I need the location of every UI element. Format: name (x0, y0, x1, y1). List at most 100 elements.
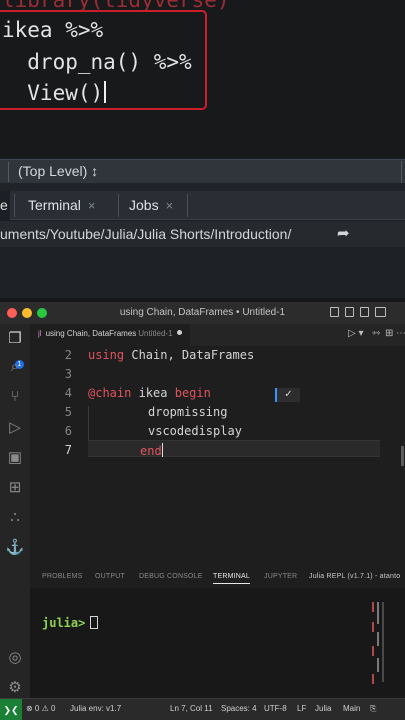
tab-terminal-label: Terminal (28, 197, 81, 213)
settings-gear-icon[interactable]: ⚙ (0, 678, 30, 696)
extensions-icon[interactable]: ⊞ (0, 478, 30, 496)
julia-env-indicator[interactable]: Julia env: v1.7 (70, 704, 121, 713)
code-line-4: @chain ikea begin (88, 386, 211, 400)
line-number: 2 (64, 348, 72, 362)
tab-console[interactable]: e (0, 191, 10, 220)
julia-prompt: julia> (42, 616, 99, 630)
code-text: Chain, DataFrames (124, 348, 255, 362)
julia-module-indicator[interactable]: Main (343, 704, 360, 713)
code-editor[interactable]: 2 3 4 5 6 7 using Chain, DataFrames ✓ @c… (30, 346, 405, 566)
r-editor-statusbar: (Top Level) ↕ R (0, 159, 405, 183)
divider (8, 162, 9, 182)
macro: @chain (88, 386, 132, 400)
r-code-line-drop-na: drop_na() %>% (2, 50, 192, 74)
close-icon[interactable]: × (88, 198, 96, 213)
customize-layout-icon[interactable] (375, 307, 386, 317)
julia-file-icon: jl (38, 329, 42, 338)
run-debug-icon[interactable]: ▷ (0, 418, 30, 436)
terminal-cursor (90, 616, 99, 629)
go-to-directory-icon[interactable]: ➦ (337, 224, 350, 242)
tab-output[interactable]: OUTPUT (95, 573, 125, 580)
tab-jupyter[interactable]: JUPYTER (264, 573, 297, 580)
terminal-marker (372, 646, 374, 656)
language-mode[interactable]: Julia (315, 704, 331, 713)
terminal-marker (372, 602, 374, 612)
tab-jobs-label: Jobs (129, 197, 159, 213)
indent-guide (88, 406, 89, 440)
cursor-position[interactable]: Ln 7, Col 11 (170, 704, 213, 713)
keyword: end (140, 444, 162, 458)
text-cursor (161, 443, 163, 457)
problems-count[interactable]: ⊗ 0 ⚠ 0 (26, 704, 55, 713)
working-directory-path: uments/Youtube/Julia/Julia Shorts/Introd… (0, 221, 405, 247)
encoding-setting[interactable]: UTF-8 (264, 704, 287, 713)
tab-sublabel: Untitled-1 (138, 329, 173, 338)
terminal-marker (377, 602, 379, 624)
terminal-panel[interactable]: julia> (30, 588, 405, 698)
keyword: begin (174, 386, 211, 400)
terminal-marker (372, 622, 374, 632)
search-icon[interactable]: ⌕ (0, 358, 30, 375)
terminal-instance-selector[interactable]: Julia REPL (v1.7.1) - atanto (309, 573, 400, 580)
close-icon[interactable]: × (166, 198, 174, 213)
rstudio-window: library(tidyverse) ikea %>% drop_na() %>… (0, 0, 405, 298)
terminal-marker (377, 658, 379, 672)
status-bar: ❯❮ ⊗ 0 ⚠ 0 Julia env: v1.7 Ln 7, Col 11 … (0, 698, 405, 720)
title-bar: using Chain, DataFrames • Untitled-1 (0, 302, 405, 324)
toggle-secondary-sidebar-icon[interactable] (360, 307, 369, 317)
line-number: 7 (64, 443, 72, 457)
scrollbar-thumb[interactable] (401, 446, 404, 466)
tab-problems[interactable]: PROBLEMS (42, 573, 83, 580)
r-source-editor[interactable]: library(tidyverse) ikea %>% drop_na() %>… (0, 0, 405, 158)
code-text: ikea (131, 386, 175, 400)
line-number: 3 (64, 367, 72, 381)
more-actions-icon[interactable]: ⋯ (396, 328, 405, 339)
path-text: uments/Youtube/Julia/Julia Shorts/Introd… (0, 226, 292, 242)
feedback-icon[interactable]: ⎘ (370, 704, 376, 714)
r-code-line-ikea: ikea %>% (2, 18, 104, 42)
unsaved-dot-icon[interactable] (176, 330, 182, 335)
line-number: 6 (64, 424, 72, 438)
open-changes-icon[interactable]: ⊞ (385, 328, 393, 339)
activity-bar: ❐ 1 ⌕ ⑂ ▷ ▣ ⊞ ∴ ⚓ ◎ ⚙ (0, 324, 30, 698)
run-dropdown-icon[interactable]: ▷ ▾ (348, 328, 364, 339)
inline-result-check[interactable]: ✓ (275, 388, 300, 402)
eol-setting[interactable]: LF (297, 704, 306, 713)
remote-indicator[interactable]: ❯❮ (0, 699, 22, 720)
editor-tab-bar: jl using Chain, DataFrames Untitled-1 ▷ ▾ … (30, 324, 405, 346)
r-console-output[interactable] (0, 247, 405, 298)
account-icon[interactable]: ◎ (0, 648, 30, 666)
tab-divider (187, 194, 188, 217)
file-type-indicator[interactable]: R (401, 161, 405, 183)
tab-label: using Chain, DataFrames (45, 329, 137, 338)
toggle-sidebar-icon[interactable] (330, 307, 339, 317)
tab-untitled-1[interactable]: jl using Chain, DataFrames Untitled-1 (30, 324, 190, 346)
julia-icon[interactable]: ∴ (0, 508, 30, 526)
terminal-marker (372, 674, 374, 684)
tab-jobs[interactable]: Jobs × (129, 191, 173, 220)
remote-explorer-icon[interactable]: ▣ (0, 448, 30, 466)
tab-divider (118, 194, 119, 217)
terminal-scrollbar[interactable] (382, 602, 384, 682)
indentation-setting[interactable]: Spaces: 4 (221, 704, 257, 713)
code-line-6: vscodedisplay (148, 424, 242, 438)
r-code-view-text: View() (2, 81, 104, 105)
toggle-panel-icon[interactable] (345, 307, 354, 317)
docker-icon[interactable]: ⚓ (0, 538, 30, 556)
split-editor-icon[interactable]: ⇿ (372, 328, 380, 339)
keyword: using (88, 348, 125, 362)
text-cursor (104, 81, 107, 103)
scope-selector[interactable]: (Top Level) ↕ (18, 163, 98, 179)
vscode-window: using Chain, DataFrames • Untitled-1 ❐ 1… (0, 302, 405, 720)
r-code-line-view: View() (2, 81, 107, 105)
tab-terminal[interactable]: TERMINAL (213, 573, 250, 584)
pane-splitter[interactable] (0, 183, 405, 191)
files-icon[interactable]: ❐ (0, 329, 30, 347)
code-line-7: end (140, 443, 163, 458)
source-control-icon[interactable]: ⑂ (0, 388, 30, 405)
line-number: 4 (64, 386, 72, 400)
tab-divider (14, 194, 15, 217)
tab-terminal[interactable]: Terminal × (28, 191, 96, 220)
tab-debug-console[interactable]: DEBUG CONSOLE (139, 573, 203, 580)
line-number: 5 (64, 405, 72, 419)
